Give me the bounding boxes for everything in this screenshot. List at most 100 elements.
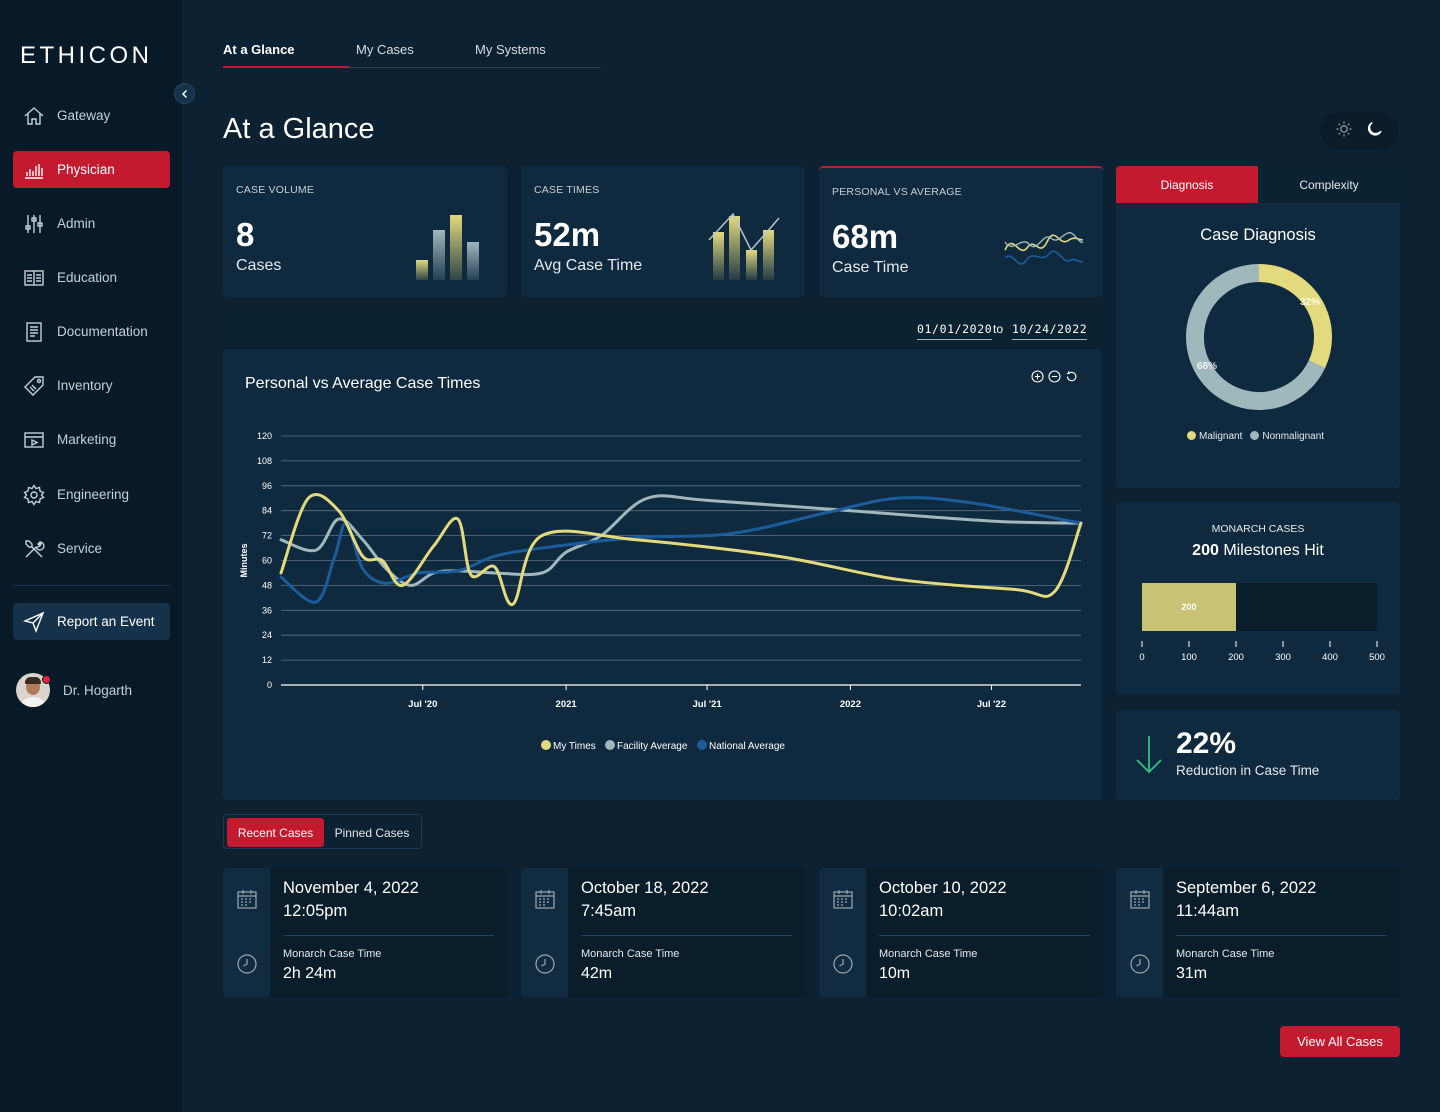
gear-icon xyxy=(22,483,46,507)
y-axis-label: Minutes xyxy=(239,543,249,577)
bar-data-label: 200 xyxy=(1181,602,1196,612)
paper-plane-icon xyxy=(22,610,46,634)
sun-icon[interactable] xyxy=(1335,120,1353,143)
user-profile[interactable]: Dr. Hogarth xyxy=(16,673,132,707)
tab-my-cases[interactable]: My Cases xyxy=(356,42,414,57)
case-time: 10:02am xyxy=(879,902,944,920)
donut-slice-malignant[interactable] xyxy=(1258,264,1332,369)
sidebar-item-label: Marketing xyxy=(57,432,117,447)
case-card[interactable]: September 6, 2022 11:44am Monarch Case Tim… xyxy=(1116,868,1400,997)
x-tick-label: 0 xyxy=(1139,652,1144,663)
theme-toggle[interactable] xyxy=(1320,112,1398,150)
case-meta-value: 2h 24m xyxy=(283,965,337,982)
stat-value: 52m xyxy=(534,216,601,253)
legend-item-malignant[interactable]: Malignant xyxy=(1187,431,1242,442)
tools-icon xyxy=(22,537,46,561)
calendar-icon xyxy=(1130,890,1150,909)
sidebar-item-documentation[interactable]: Documentation xyxy=(13,313,170,350)
reduction-label: Reduction in Case Time xyxy=(1176,763,1320,778)
user-name: Dr. Hogarth xyxy=(63,682,133,698)
case-time: 11:44am xyxy=(1176,902,1239,920)
stat-sub: Avg Case Time xyxy=(534,257,643,274)
case-date: October 18, 2022 xyxy=(581,879,709,897)
stat-label: CASE VOLUME xyxy=(236,184,315,196)
sidebar-item-physician[interactable]: Physician xyxy=(13,151,170,188)
diagnosis-card: Diagnosis Complexity Case Diagnosis 32% 6… xyxy=(1116,166,1400,488)
x-tick-label: Jul '21 xyxy=(692,699,722,710)
book-icon xyxy=(22,266,46,290)
view-all-cases-button[interactable]: View All Cases xyxy=(1280,1026,1400,1057)
y-tick-label: 24 xyxy=(262,630,272,640)
home-icon xyxy=(22,104,46,128)
personal-vs-average-card[interactable]: PERSONAL VS AVERAGE 68m Case Time xyxy=(819,166,1103,297)
legend-item[interactable]: Facility Average xyxy=(605,740,688,752)
stat-label: PERSONAL VS AVERAGE xyxy=(832,186,962,198)
donut-data-label: 32% xyxy=(1300,297,1320,308)
page-title: At a Glance xyxy=(223,113,375,145)
y-tick-label: 60 xyxy=(262,556,272,566)
clock-icon xyxy=(1130,954,1150,974)
sidebar-item-gateway[interactable]: Gateway xyxy=(13,97,170,134)
calendar-icon xyxy=(535,890,555,909)
tab-my-systems[interactable]: My Systems xyxy=(475,42,546,57)
tag-icon xyxy=(22,374,46,398)
case-card[interactable]: October 10, 2022 10:02am Monarch Case Time… xyxy=(819,868,1103,997)
sidebar-item-education[interactable]: Education xyxy=(13,259,170,296)
sidebar: ETHICON Gateway Physician Admin Educatio… xyxy=(0,0,183,1112)
case-card[interactable]: November 4, 2022 12:05pm Monarch Case Time… xyxy=(223,868,507,997)
y-tick-label: 48 xyxy=(262,580,272,590)
reduction-card: 22% Reduction in Case Time xyxy=(1116,710,1400,800)
milestones-bar-chart: 200 0 100 200 300 400 500 xyxy=(1139,583,1385,663)
collapse-sidebar-button[interactable] xyxy=(174,83,195,104)
series-line-facility-average xyxy=(279,494,1083,587)
ethicon-logo[interactable]: ETHICON xyxy=(20,42,153,70)
case-divider xyxy=(1176,935,1387,936)
sidebar-divider xyxy=(13,585,170,586)
moon-icon[interactable] xyxy=(1366,120,1384,143)
legend-item-nonmalignant[interactable]: Nonmalignant xyxy=(1250,431,1324,442)
tab-recent-cases[interactable]: Recent Cases xyxy=(227,818,324,847)
x-tick-label: 200 xyxy=(1228,652,1244,663)
sidebar-item-marketing[interactable]: Marketing xyxy=(13,421,170,458)
case-date: October 10, 2022 xyxy=(879,879,1007,897)
calendar-icon xyxy=(237,890,257,909)
reduction-value: 22% xyxy=(1176,727,1237,760)
y-tick-label: 0 xyxy=(267,680,272,690)
x-tick-label: Jul '22 xyxy=(977,699,1006,710)
case-meta-label: Monarch Case Time xyxy=(283,948,382,960)
case-volume-card[interactable]: CASE VOLUME 8 Cases xyxy=(223,166,507,297)
legend-marker xyxy=(697,740,707,750)
y-tick-label: 12 xyxy=(262,655,272,665)
sidebar-item-inventory[interactable]: Inventory xyxy=(13,367,170,404)
x-tick-label: 2021 xyxy=(556,699,578,710)
case-card[interactable]: October 18, 2022 7:45am Monarch Case Time 4… xyxy=(521,868,805,997)
case-meta-value: 10m xyxy=(879,965,911,982)
sidebar-item-service[interactable]: Service xyxy=(13,530,170,567)
y-tick-label: 72 xyxy=(262,531,272,541)
sidebar-item-engineering[interactable]: Engineering xyxy=(13,476,170,513)
x-tick-label: 2022 xyxy=(840,699,861,710)
x-tick-label: 500 xyxy=(1369,652,1385,663)
sidebar-item-label: Engineering xyxy=(57,487,130,502)
case-card-icon-strip xyxy=(223,868,270,997)
report-event-button[interactable]: Report an Event xyxy=(13,603,170,640)
tab-pinned-cases[interactable]: Pinned Cases xyxy=(325,818,419,847)
sidebar-item-admin[interactable]: Admin xyxy=(13,205,170,242)
legend-label: Facility Average xyxy=(617,741,688,752)
notification-dot xyxy=(42,675,51,684)
clock-icon xyxy=(833,954,853,974)
stat-sub: Case Time xyxy=(832,259,909,276)
x-tick-label: 400 xyxy=(1322,652,1338,663)
case-time: 7:45am xyxy=(581,902,637,920)
legend-item[interactable]: My Times xyxy=(541,740,596,752)
case-tabs: Recent Cases Pinned Cases xyxy=(223,814,422,849)
case-times-card[interactable]: CASE TIMES 52m Avg Case Time xyxy=(521,166,805,297)
line-chart: 0 12 24 36 48 60 72 84 96 108 120 Jul '20 2021 Jul '2… xyxy=(239,431,1083,752)
case-meta-value: 31m xyxy=(1176,965,1208,982)
case-meta-value: 42m xyxy=(581,965,613,982)
case-divider xyxy=(581,935,792,936)
y-tick-label: 84 xyxy=(262,506,272,516)
stat-sub: Cases xyxy=(236,257,282,274)
tab-at-a-glance[interactable]: At a Glance xyxy=(223,42,295,57)
legend-item[interactable]: National Average xyxy=(697,740,785,752)
